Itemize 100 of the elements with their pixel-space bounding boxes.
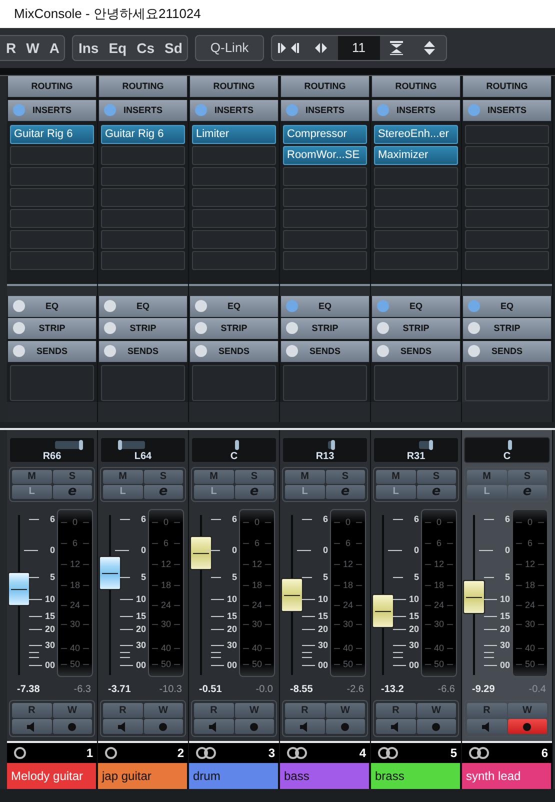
send-slot[interactable]	[101, 365, 185, 401]
inserts-header[interactable]: INSERTS	[99, 100, 187, 121]
insert-slot[interactable]	[465, 251, 549, 270]
pan-display[interactable]: R31	[373, 437, 459, 463]
eq-header[interactable]: EQ	[281, 296, 369, 317]
insert-slot[interactable]	[465, 209, 549, 228]
eq-header[interactable]: EQ	[372, 296, 460, 317]
routing-header[interactable]: ROUTING	[190, 76, 278, 97]
monitor-button[interactable]	[285, 719, 324, 734]
inserts-header[interactable]: INSERTS	[8, 100, 96, 121]
insert-slot[interactable]	[374, 251, 458, 270]
send-slot[interactable]	[374, 365, 458, 401]
insert-slot[interactable]	[101, 230, 185, 249]
insert-slot[interactable]	[10, 146, 94, 165]
power-dot[interactable]	[104, 300, 116, 312]
power-dot[interactable]	[195, 345, 207, 357]
record-button[interactable]	[508, 719, 547, 734]
power-dot[interactable]	[286, 322, 298, 334]
record-button[interactable]	[416, 719, 456, 734]
send-slot[interactable]	[283, 365, 367, 401]
channel-name[interactable]: bass	[280, 763, 370, 789]
channel-name[interactable]: synth lead	[462, 763, 552, 789]
insert-slot[interactable]	[374, 188, 458, 207]
channel-name[interactable]: brass	[371, 763, 461, 789]
record-button[interactable]	[144, 719, 183, 734]
insert-slot[interactable]	[101, 188, 185, 207]
sends-header[interactable]: SENDS	[372, 341, 460, 362]
eq-header[interactable]: EQ	[8, 296, 96, 317]
channel-strip[interactable]: R66 M S L e 6 0 5 10 15 20 30 00 0 6 12 18 24 30 40 50 -7.38 -6.3 R W	[7, 430, 97, 741]
inserts-header[interactable]: INSERTS	[281, 100, 369, 121]
eq-header[interactable]: EQ	[99, 296, 187, 317]
routing-header[interactable]: ROUTING	[463, 76, 551, 97]
pan-display[interactable]: R66	[9, 437, 95, 463]
power-dot[interactable]	[468, 300, 480, 312]
insert-slot[interactable]	[101, 251, 185, 270]
strip-header[interactable]: STRIP	[8, 318, 96, 339]
monitor-button[interactable]	[467, 719, 506, 734]
pan-display[interactable]: R13	[282, 437, 368, 463]
power-dot[interactable]	[468, 104, 480, 116]
power-dot[interactable]	[104, 345, 116, 357]
inserts-header[interactable]: INSERTS	[372, 100, 460, 121]
fader-thumb[interactable]	[463, 580, 485, 614]
insert-slot[interactable]	[101, 146, 185, 165]
insert-slot[interactable]	[101, 209, 185, 228]
insert-slot[interactable]	[374, 167, 458, 186]
insert-slot[interactable]: Compressor	[283, 125, 367, 144]
automation-button[interactable]: W	[21, 36, 44, 60]
channel-strip[interactable]: R31 M S L e 6 0 5 10 15 20 30 00 0 6 12 18 24 30 40 50 -13.2 -6.6 R W	[371, 430, 461, 741]
fader-thumb[interactable]	[190, 536, 212, 570]
insert-slot[interactable]	[374, 209, 458, 228]
channel-name[interactable]: Melody guitar	[7, 763, 97, 789]
pan-handle[interactable]	[78, 440, 83, 450]
pan-display[interactable]: L64	[100, 437, 186, 463]
eq-header[interactable]: EQ	[463, 296, 551, 317]
routing-header[interactable]: ROUTING	[281, 76, 369, 97]
record-button[interactable]	[326, 719, 365, 734]
pan-handle[interactable]	[428, 440, 433, 450]
insert-slot[interactable]	[283, 167, 367, 186]
strip-header[interactable]: STRIP	[463, 318, 551, 339]
pan-handle[interactable]	[234, 440, 238, 450]
strip-header[interactable]: STRIP	[99, 318, 187, 339]
sends-header[interactable]: SENDS	[190, 341, 278, 362]
strip-header[interactable]: STRIP	[372, 318, 460, 339]
insert-slot[interactable]	[283, 230, 367, 249]
monitor-button[interactable]	[194, 719, 234, 734]
insert-slot[interactable]	[192, 230, 276, 249]
insert-slot[interactable]: StereoEnh...er	[374, 125, 458, 144]
routing-header[interactable]: ROUTING	[99, 76, 187, 97]
power-dot[interactable]	[13, 104, 25, 116]
send-slot[interactable]	[192, 365, 276, 401]
strip-header[interactable]: STRIP	[190, 318, 278, 339]
insert-slot[interactable]	[10, 167, 94, 186]
channel-strip[interactable]: R13 M S L e 6 0 5 10 15 20 30 00 0 6 12 18 24 30 40 50 -8.55 -2.6 R W	[280, 430, 370, 741]
power-dot[interactable]	[195, 300, 207, 312]
power-dot[interactable]	[104, 322, 116, 334]
power-dot[interactable]	[468, 322, 480, 334]
insert-slot[interactable]	[192, 167, 276, 186]
insert-slot[interactable]	[465, 230, 549, 249]
strip-header[interactable]: STRIP	[281, 318, 369, 339]
sends-header[interactable]: SENDS	[8, 341, 96, 362]
power-dot[interactable]	[468, 345, 480, 357]
insert-slot[interactable]	[10, 188, 94, 207]
insert-slot[interactable]	[283, 251, 367, 270]
automation-button[interactable]: A	[44, 36, 64, 60]
fader-thumb[interactable]	[281, 578, 303, 612]
channel-name[interactable]: jap guitar	[98, 763, 188, 789]
section-toggle[interactable]: Cs	[132, 36, 160, 60]
power-dot[interactable]	[286, 300, 298, 312]
monitor-button[interactable]	[376, 719, 416, 734]
insert-slot[interactable]	[283, 209, 367, 228]
sends-header[interactable]: SENDS	[281, 341, 369, 362]
fader-thumb[interactable]	[372, 594, 394, 628]
insert-slot[interactable]	[283, 188, 367, 207]
pan-handle[interactable]	[118, 440, 122, 450]
power-dot[interactable]	[13, 300, 25, 312]
fader-thumb[interactable]	[8, 572, 30, 606]
insert-slot[interactable]: Guitar Rig 6	[10, 125, 94, 144]
channel-strip[interactable]: C M S L e 6 0 5 10 15 20 30 00 0 6 12 18 24 30 40 50 -9.29 -0.4 R W	[462, 430, 552, 741]
monitor-button[interactable]	[103, 719, 142, 734]
channel-strip[interactable]: L64 M S L e 6 0 5 10 15 20 30 00 0 6 12 18 24 30 40 50 -3.71 -10.3 R W	[98, 430, 188, 741]
